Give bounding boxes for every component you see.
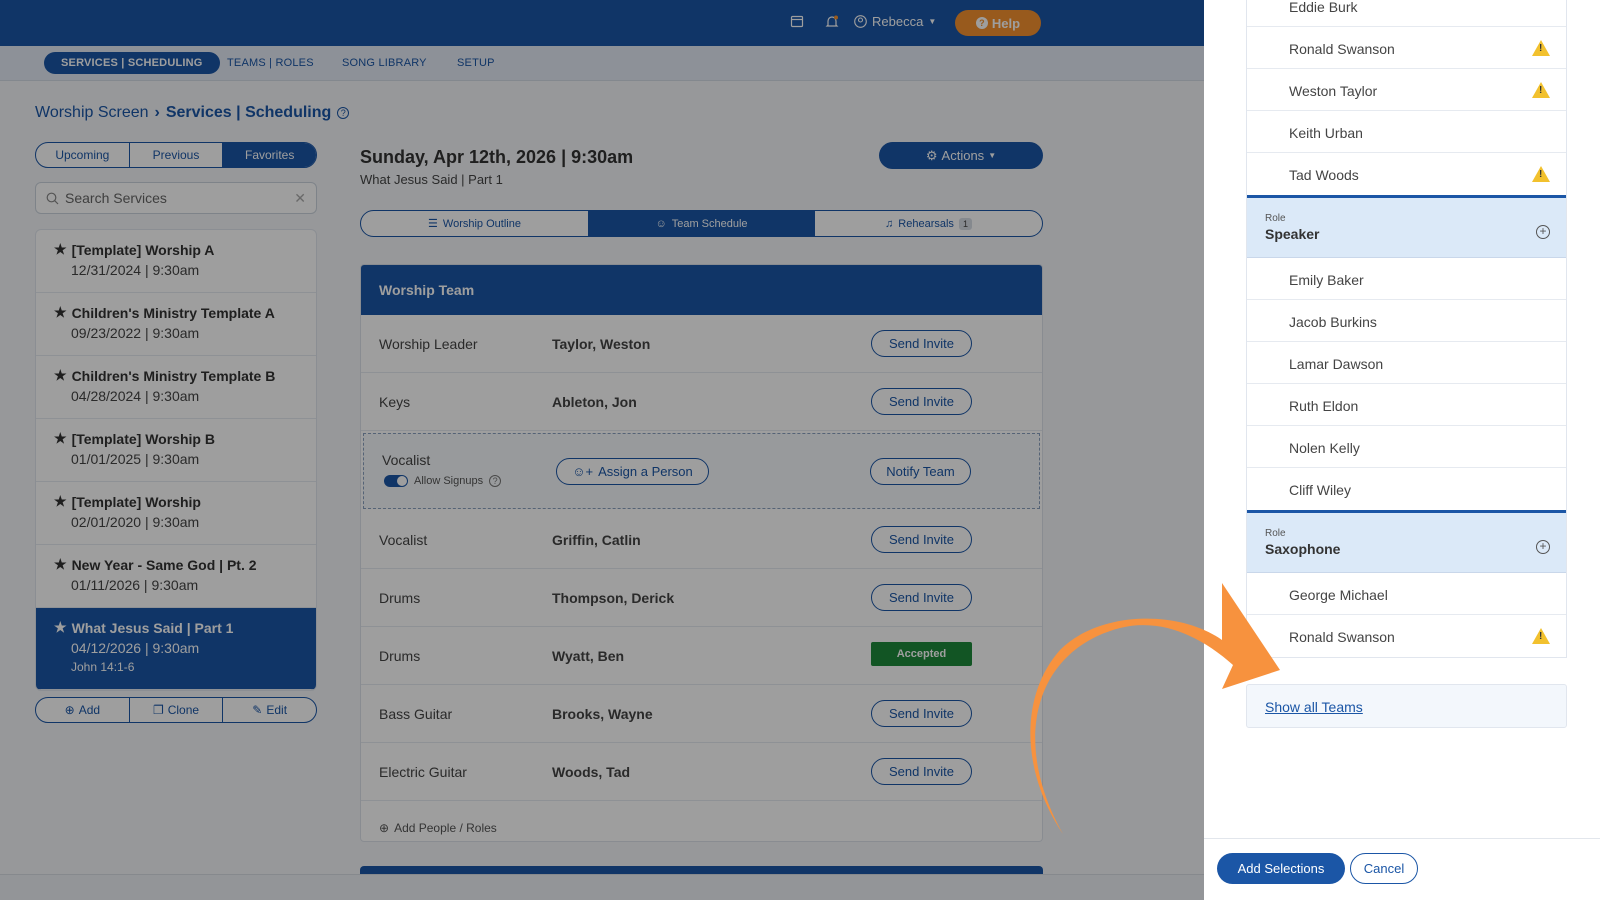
person-item[interactable]: Tad Woods xyxy=(1247,153,1566,195)
person-item[interactable]: George Michael xyxy=(1247,573,1566,615)
role-group-speaker: Role Speaker + xyxy=(1247,195,1566,258)
add-role-icon[interactable]: + xyxy=(1536,225,1550,239)
person-item[interactable]: Jacob Burkins xyxy=(1247,300,1566,342)
warning-icon xyxy=(1532,82,1550,98)
drawer-footer: Add Selections Cancel xyxy=(1204,838,1600,900)
warning-icon xyxy=(1532,166,1550,182)
role-label: Role xyxy=(1265,213,1286,224)
warning-icon xyxy=(1532,40,1550,56)
cancel-button[interactable]: Cancel xyxy=(1350,853,1418,884)
person-item[interactable]: Lamar Dawson xyxy=(1247,342,1566,384)
person-item[interactable]: Cliff Wiley xyxy=(1247,468,1566,510)
person-name: Nolen Kelly xyxy=(1289,440,1360,456)
role-group-saxophone: Role Saxophone + xyxy=(1247,510,1566,573)
people-list: Eddie Burk Ronald Swanson Weston Taylor … xyxy=(1246,0,1567,658)
person-item[interactable]: Weston Taylor xyxy=(1247,69,1566,111)
person-item[interactable]: Keith Urban xyxy=(1247,111,1566,153)
person-name: George Michael xyxy=(1289,587,1388,603)
role-name: Saxophone xyxy=(1265,541,1341,557)
person-name: Tad Woods xyxy=(1289,167,1359,183)
person-name: Jacob Burkins xyxy=(1289,314,1377,330)
role-label: Role xyxy=(1265,528,1286,539)
person-item[interactable]: Eddie Burk xyxy=(1247,0,1566,27)
person-item[interactable]: Ronald Swanson xyxy=(1247,615,1566,657)
warning-icon xyxy=(1532,628,1550,644)
person-name: Ronald Swanson xyxy=(1289,629,1395,645)
person-name: Lamar Dawson xyxy=(1289,356,1384,372)
person-name: Emily Baker xyxy=(1289,272,1364,288)
person-name: Eddie Burk xyxy=(1289,0,1358,15)
person-item[interactable]: Ruth Eldon xyxy=(1247,384,1566,426)
select-people-drawer: Eddie Burk Ronald Swanson Weston Taylor … xyxy=(1204,0,1600,900)
role-name: Speaker xyxy=(1265,226,1320,242)
add-role-icon[interactable]: + xyxy=(1536,540,1550,554)
show-all-teams: Show all Teams xyxy=(1246,684,1567,728)
person-name: Keith Urban xyxy=(1289,125,1363,141)
person-name: Cliff Wiley xyxy=(1289,482,1351,498)
person-item[interactable]: Ronald Swanson xyxy=(1247,27,1566,69)
person-item[interactable]: Emily Baker xyxy=(1247,258,1566,300)
modal-backdrop[interactable] xyxy=(0,0,1204,900)
person-name: Weston Taylor xyxy=(1289,83,1378,99)
person-name: Ronald Swanson xyxy=(1289,41,1395,57)
person-name: Ruth Eldon xyxy=(1289,398,1359,414)
person-item[interactable]: Nolen Kelly xyxy=(1247,426,1566,468)
show-all-teams-link[interactable]: Show all Teams xyxy=(1265,699,1363,715)
add-selections-button[interactable]: Add Selections xyxy=(1217,853,1345,884)
